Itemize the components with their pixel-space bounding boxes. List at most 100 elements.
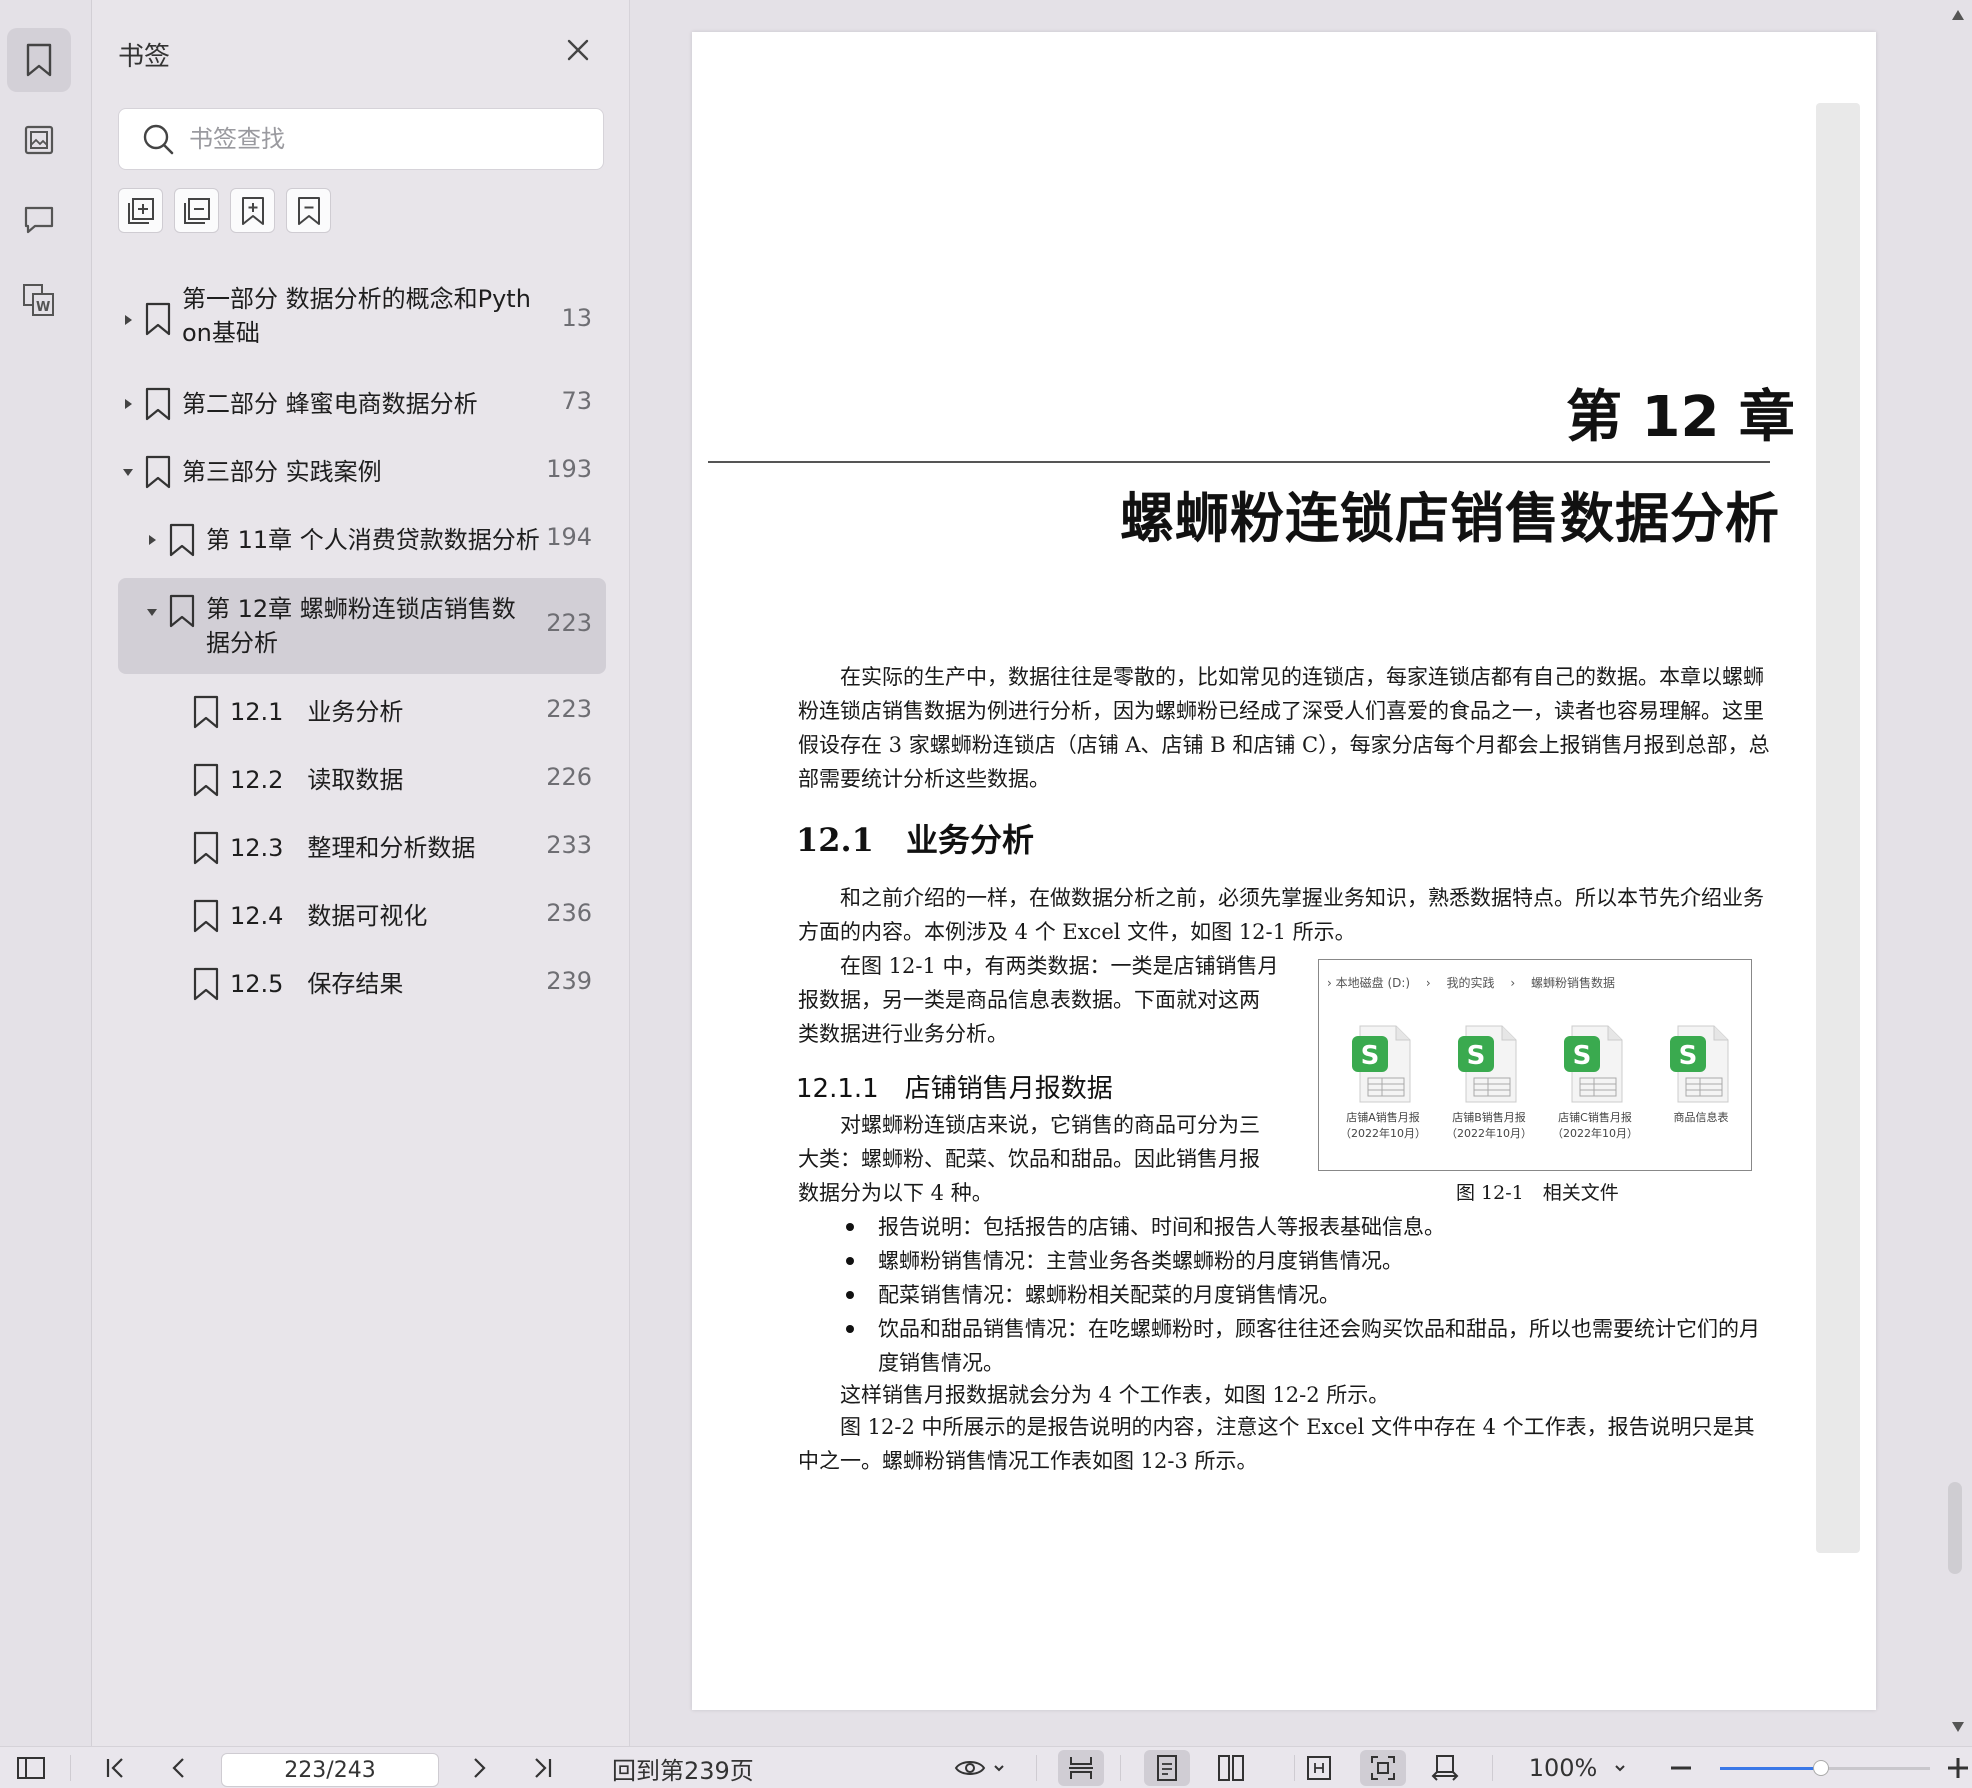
zoom-out-button[interactable] [1664,1747,1698,1788]
page-number-input[interactable] [221,1753,439,1787]
thumbnail-panel-button[interactable] [7,108,71,172]
fit-page-button[interactable] [1360,1750,1406,1786]
subsection-paragraph: 对螺蛳粉连锁店来说，它销售的商品可分为三大类：螺蛳粉、配菜、饮品和甜品。因此销售… [798,1113,1260,1205]
scrollbar-thumb[interactable] [1948,1482,1962,1574]
excel-file: S 店铺B销售月报（2022年10月） [1445,1022,1533,1142]
convert-panel-button[interactable]: W [7,268,71,332]
vertical-scrollbar[interactable] [1944,0,1972,1746]
chevron-down-icon [1615,1765,1626,1772]
zoom-slider-fill [1720,1767,1821,1770]
next-page-button[interactable] [456,1747,502,1788]
fit-width-button[interactable] [1296,1747,1342,1788]
double-page-button[interactable] [1208,1747,1254,1788]
scroll-down-arrow-icon[interactable] [1952,1722,1964,1732]
expand-all-button[interactable] [118,188,163,233]
last-page-button[interactable] [520,1747,566,1788]
zoom-slider-knob[interactable] [1812,1760,1829,1776]
bookmark-page: 236 [546,899,592,927]
bullet-list: 报告说明：包括报告的店铺、时间和报告人等报表基础信息。 螺蛳粉销售情况：主营业务… [842,1210,1772,1380]
bookmark-label: 12.5 保存结果 [230,970,404,998]
figure-breadcrumb: › 本地磁盘 (D:) › 我的实践 › 螺蛳粉销售数据 [1327,976,1615,990]
remove-bookmark-button[interactable] [286,188,331,233]
bookmark-search-input[interactable] [189,125,589,153]
bookmark-icon [169,523,195,557]
bookmark-label: 第二部分 蜂蜜电商数据分析 [182,390,478,418]
bookmark-icon [145,387,171,421]
expanded-arrow-icon[interactable] [146,606,158,618]
collapsed-arrow-icon[interactable] [122,398,134,410]
goto-page-link[interactable]: 回到第239页 [612,1747,754,1788]
bookmark-item[interactable]: 第三部分 实践案例 193 [118,438,606,506]
bookmark-item[interactable]: 第 11章 个人消费贷款数据分析 194 [118,506,606,574]
bookmark-page: 239 [546,967,592,995]
single-page-button[interactable] [1144,1750,1190,1786]
collapsed-arrow-icon[interactable] [146,534,158,546]
remove-bookmark-icon [297,196,320,225]
expanded-arrow-icon[interactable] [122,466,134,478]
bookmark-page: 194 [546,523,592,551]
bookmark-icon [145,302,171,336]
svg-text:S: S [1361,1041,1380,1071]
fit-page-icon [1371,1756,1395,1780]
divider [1120,1755,1121,1781]
bookmark-item[interactable]: 第一部分 数据分析的概念和Python基础 13 [118,270,606,370]
divider [70,1755,71,1781]
closing-paragraph-2: 图 12-2 中所展示的是报告说明的内容，注意这个 Excel 文件中存在 4 … [798,1415,1755,1473]
figure-side-paragraph: 在图 12-1 中，有两类数据：一类是店铺销售月报数据，另一类是商品信息表数据。… [798,954,1279,1046]
bookmark-label: 第一部分 数据分析的概念和Python基础 [182,285,531,347]
continuous-scroll-button[interactable] [1058,1750,1104,1786]
divider [1294,1755,1295,1781]
annotation-panel-button[interactable] [7,188,71,252]
bookmark-icon [193,695,219,729]
toggle-sidebar-button[interactable] [8,1747,54,1788]
bookmark-icon [193,763,219,797]
figure-file-list: S 店铺A销售月报（2022年10月） S 店铺B销售月报（2022年10月） … [1339,1022,1745,1142]
collapse-all-button[interactable] [174,188,219,233]
single-page-icon [1157,1755,1177,1781]
search-icon [141,122,175,156]
bookmark-item[interactable]: 12.4 数据可视化 236 [118,882,606,950]
read-mode-dropdown[interactable] [950,1747,1010,1788]
bookmark-item[interactable]: 12.5 保存结果 239 [118,950,606,1018]
intro-paragraph: 在实际的生产中，数据往往是零散的，比如常见的连锁店，每家连锁店都有自己的数据。本… [798,665,1770,791]
subsection-heading: 12.1.1 店铺销售月报数据 [796,1074,1113,1104]
bookmark-label: 12.3 整理和分析数据 [230,834,476,862]
chapter-number: 第 12 章 [1566,385,1795,450]
bookmark-page: 226 [546,763,592,791]
rotate-button[interactable] [1422,1747,1468,1788]
sidebar-icon [17,1757,45,1779]
spreadsheet-file-icon: S [1458,1025,1517,1103]
zoom-dropdown[interactable]: 100% [1520,1747,1636,1788]
previous-page-button[interactable] [156,1747,202,1788]
bookmark-page: 193 [546,455,592,483]
bookmark-item[interactable]: 12.1 业务分析 223 [118,678,606,746]
bookmark-item[interactable]: 12.2 读取数据 226 [118,746,606,814]
zoom-level: 100% [1528,1754,1598,1782]
eye-icon [954,1761,986,1775]
bookmark-label: 12.4 数据可视化 [230,902,428,930]
bookmark-item[interactable]: 第二部分 蜂蜜电商数据分析 73 [118,370,606,438]
collapse-all-icon [183,197,210,224]
bookmark-search-box[interactable] [118,108,604,170]
scroll-up-arrow-icon[interactable] [1952,10,1964,20]
svg-text:S: S [1573,1041,1592,1071]
bookmark-icon [169,594,195,628]
collapsed-arrow-icon[interactable] [122,314,134,326]
bookmark-panel-button[interactable] [7,28,71,92]
first-page-button[interactable] [92,1747,138,1788]
figure-12-1: › 本地磁盘 (D:) › 我的实践 › 螺蛳粉销售数据 S 店铺A销售月报（2… [1318,959,1752,1171]
rotate-icon [1431,1755,1459,1781]
close-panel-button[interactable] [562,34,594,66]
bookmark-label: 12.2 读取数据 [230,766,404,794]
bookmark-page: 223 [546,695,592,723]
page-margin-strip [1816,103,1860,1553]
image-icon [24,125,54,155]
bookmark-panel: 书签 第一部分 数据分析的概念和Python基础 13 [92,0,630,1746]
add-bookmark-button[interactable] [230,188,275,233]
bookmark-item-selected[interactable]: 第 12章 螺蛳粉连锁店销售数据分析 223 [118,578,606,674]
bookmark-item[interactable]: 12.3 整理和分析数据 233 [118,814,606,882]
zoom-slider[interactable] [1720,1760,1930,1776]
zoom-in-button[interactable] [1944,1747,1972,1788]
continuous-scroll-icon [1069,1757,1093,1779]
spreadsheet-file-icon: S [1564,1025,1623,1103]
